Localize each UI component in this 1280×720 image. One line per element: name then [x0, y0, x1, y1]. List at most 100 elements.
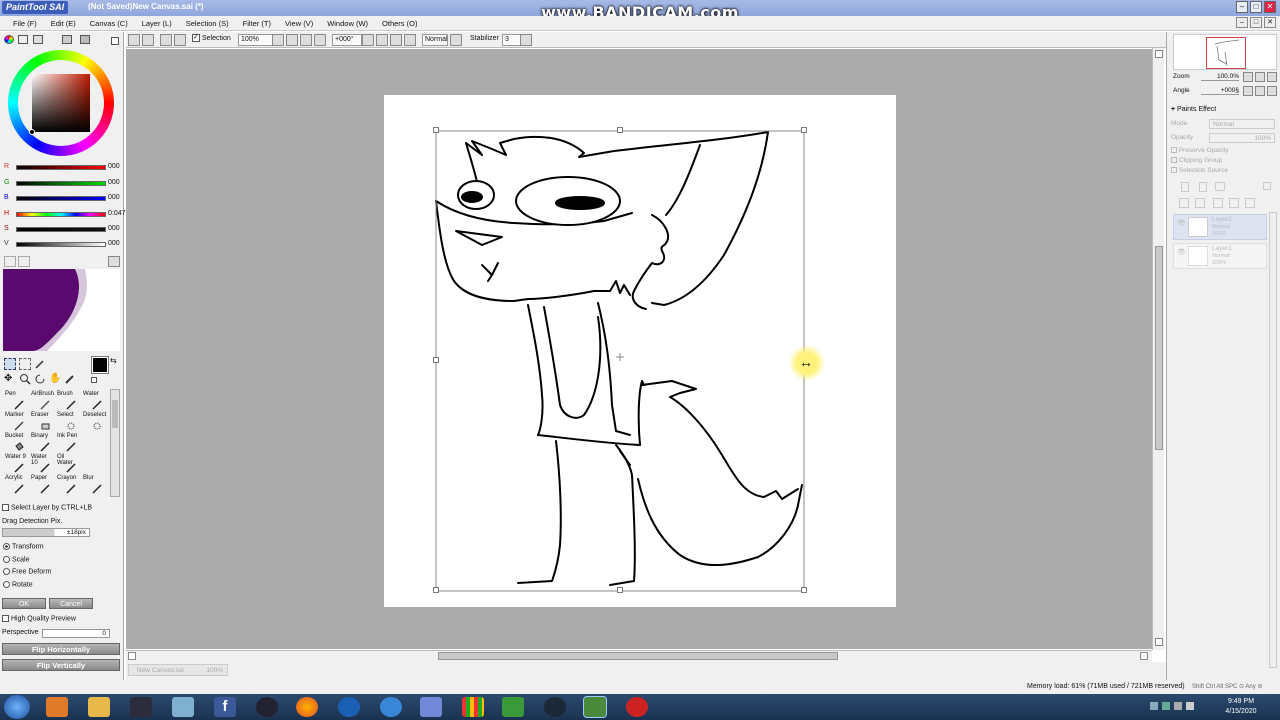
clear-layer-icon[interactable] — [1213, 198, 1223, 208]
menu-layer[interactable]: Layer (L) — [135, 16, 179, 30]
deselect-icon[interactable] — [142, 34, 154, 46]
facebook-icon[interactable]: f — [214, 697, 236, 717]
tool-acrylic[interactable]: Acrylic — [2, 475, 28, 496]
high-quality-checkbox[interactable] — [2, 615, 9, 622]
tool-blur[interactable]: Blur — [80, 475, 106, 496]
preserve-opacity-option[interactable]: Preserve Opacity — [1171, 147, 1229, 154]
menu-window[interactable]: Window (W) — [320, 16, 375, 30]
stabilizer-dropdown-icon[interactable] — [520, 34, 532, 46]
layer-mode-select[interactable]: Normal — [1209, 119, 1275, 129]
apply-mask-icon[interactable] — [1245, 198, 1255, 208]
new-folder-icon[interactable] — [1215, 182, 1225, 191]
document-tab[interactable]: New Canvas.sai 100% — [128, 664, 228, 676]
cancel-button[interactable]: Cancel — [49, 598, 93, 609]
tool-crayon[interactable]: Crayon — [54, 475, 80, 496]
tool-marker[interactable]: Marker — [2, 412, 28, 433]
discord-icon[interactable] — [420, 697, 442, 717]
horizontal-scroll-thumb[interactable] — [438, 652, 838, 660]
menu-selection[interactable]: Selection (S) — [179, 16, 236, 30]
tray-icon[interactable] — [1162, 702, 1170, 710]
tool-oil-water[interactable]: Oil Water — [54, 454, 80, 475]
volume-icon[interactable] — [1186, 702, 1194, 710]
browser-c-icon[interactable] — [338, 697, 360, 717]
magic-wand-icon[interactable] — [34, 358, 46, 370]
panel-options-icon[interactable] — [111, 37, 119, 45]
reset-colors-icon[interactable] — [91, 377, 97, 383]
transform-handle-left[interactable] — [433, 357, 439, 363]
scroll-right-icon[interactable] — [1140, 652, 1148, 660]
zoom-tool-icon[interactable] — [19, 373, 31, 385]
vertical-scroll-thumb[interactable] — [1155, 246, 1163, 450]
rotate-left-icon[interactable] — [376, 34, 388, 46]
rotate-right-icon[interactable] — [390, 34, 402, 46]
saturation-slider-bar[interactable] — [16, 227, 106, 232]
eyedropper-icon[interactable] — [64, 373, 76, 385]
high-quality-option[interactable]: High Quality Preview — [2, 615, 76, 622]
saturation-slider[interactable]: S 000 — [4, 225, 120, 235]
color-picker-marker[interactable] — [29, 129, 35, 135]
scratchpad[interactable] — [3, 269, 120, 351]
ok-button[interactable]: OK — [2, 598, 46, 609]
tool-grid-scrollbar[interactable] — [110, 389, 120, 497]
navigator-viewport-frame[interactable] — [1206, 37, 1246, 69]
lasso-select-icon[interactable] — [19, 358, 31, 370]
tool-paper[interactable]: Paper — [28, 475, 54, 496]
navigator-preview[interactable] — [1173, 34, 1277, 70]
tool-water-10[interactable]: Water 10 — [28, 454, 54, 475]
firefox-icon[interactable] — [296, 697, 318, 717]
menu-canvas[interactable]: Canvas (C) — [83, 16, 135, 30]
scratchpad-tab-icon[interactable] — [80, 35, 90, 44]
color-wheel[interactable] — [8, 50, 114, 156]
hand-tool-icon[interactable]: ✋ — [49, 373, 61, 385]
swatch-slot-icon[interactable] — [18, 256, 30, 267]
scroll-up-icon[interactable] — [1155, 50, 1163, 58]
mode-scale[interactable]: Scale — [3, 556, 30, 563]
move-icon[interactable]: ✥ — [4, 373, 16, 385]
nav-zoom-reset-icon[interactable] — [1267, 72, 1277, 82]
zoom-in-icon[interactable] — [300, 34, 312, 46]
add-swatch-icon[interactable] — [4, 256, 16, 267]
close-button[interactable]: ✕ — [1264, 1, 1276, 13]
video-editor-icon[interactable] — [130, 697, 152, 717]
nav-rotate-left-icon[interactable] — [1243, 86, 1253, 96]
scroll-down-icon[interactable] — [1155, 638, 1163, 646]
start-button[interactable] — [4, 695, 30, 719]
tool-water[interactable]: Water — [80, 391, 106, 412]
doc-minimize-button[interactable]: – — [1236, 17, 1248, 28]
clock[interactable]: 9:49 PM 4/15/2020 — [1216, 697, 1266, 717]
blue-slider[interactable]: B 000 — [4, 194, 120, 204]
selection-checkbox[interactable]: ✓ — [192, 34, 200, 43]
checkbox[interactable] — [1171, 157, 1177, 164]
checkbox[interactable] — [1171, 167, 1177, 174]
layer-options-icon[interactable] — [1263, 182, 1271, 190]
zoom-field[interactable]: 100% — [238, 34, 274, 46]
mode-free-deform[interactable]: Free Deform — [3, 568, 51, 575]
tool-grid-scroll-thumb[interactable] — [112, 400, 118, 428]
select-layer-checkbox[interactable] — [2, 504, 9, 511]
new-linework-layer-icon[interactable] — [1199, 182, 1207, 192]
selection-source-option[interactable]: Selection Source — [1171, 167, 1228, 174]
bandicam-icon[interactable] — [626, 697, 648, 717]
rotate-reset-icon[interactable] — [404, 34, 416, 46]
angle-dropdown-icon[interactable] — [362, 34, 374, 46]
layer-list-scrollbar[interactable] — [1269, 212, 1277, 668]
flip-vertically-button[interactable]: Flip Vertically — [2, 659, 120, 671]
green-slider-bar[interactable] — [16, 181, 106, 186]
visibility-eye-icon[interactable]: 👁 — [1177, 219, 1186, 227]
transform-handle-bottom-left[interactable] — [433, 587, 439, 593]
nav-zoom-out-icon[interactable] — [1243, 72, 1253, 82]
vertical-scrollbar[interactable] — [1152, 48, 1164, 650]
tool-brush[interactable]: Brush — [54, 391, 80, 412]
tool-water-9[interactable]: Water 9 — [2, 454, 28, 475]
hue-slider-bar[interactable] — [16, 212, 106, 217]
blue-slider-bar[interactable] — [16, 196, 106, 201]
nav-rotate-right-icon[interactable] — [1255, 86, 1265, 96]
select-all-icon[interactable] — [128, 34, 140, 46]
blend-mode-field[interactable]: Normal — [422, 34, 448, 46]
tool-binary[interactable]: Binary — [28, 433, 54, 454]
tool-bucket[interactable]: Bucket — [2, 433, 28, 454]
doc-close-button[interactable]: ✕ — [1264, 17, 1276, 28]
flip-horizontally-button[interactable]: Flip Horizontally — [2, 643, 120, 655]
layer-row-layer1[interactable]: 👁 Layer1 Normal 100% — [1173, 243, 1267, 269]
mode-transform[interactable]: Transform — [3, 543, 44, 550]
